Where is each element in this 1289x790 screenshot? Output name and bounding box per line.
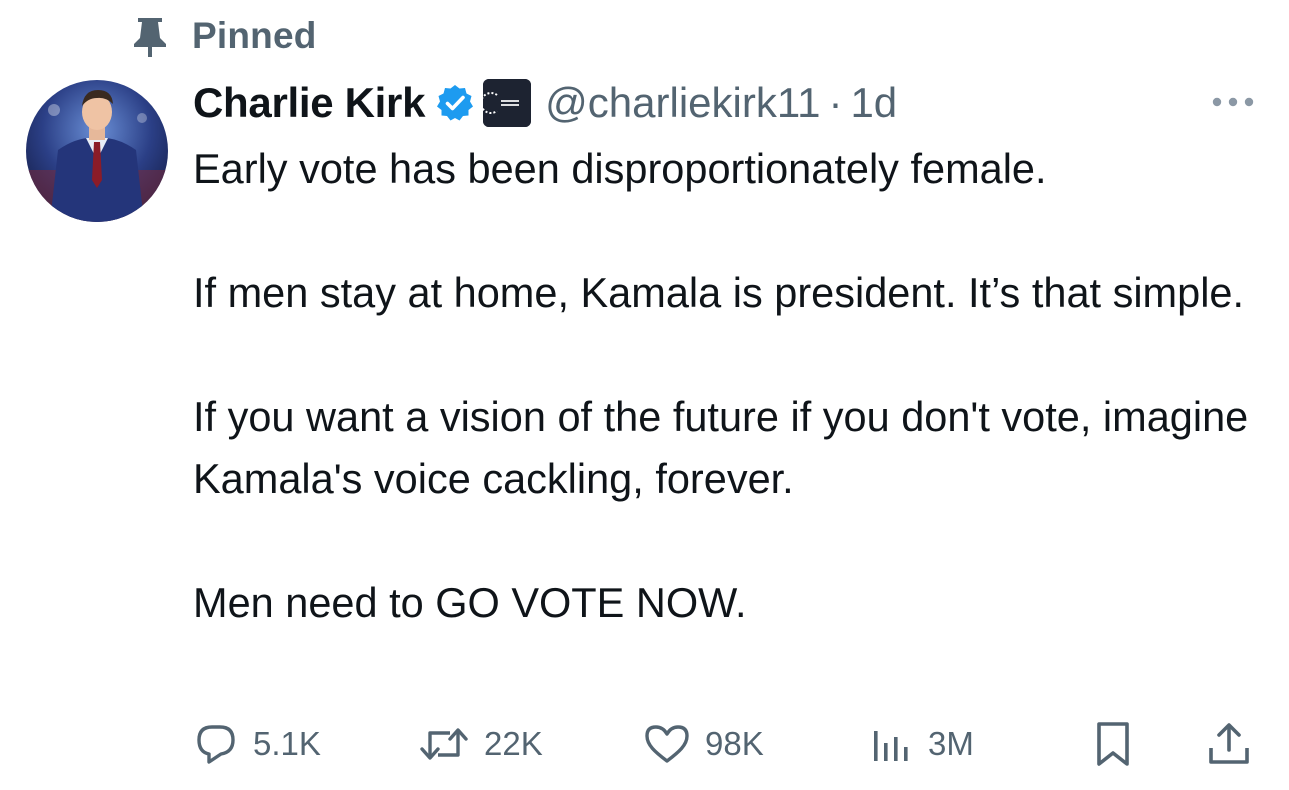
tweet-paragraph: Early vote has been disproportionately f… <box>193 145 1047 192</box>
like-count: 98K <box>705 725 764 762</box>
display-name[interactable]: Charlie Kirk <box>193 79 425 127</box>
share-icon <box>1207 720 1251 768</box>
bookmark-icon <box>1093 720 1133 768</box>
reply-button[interactable]: 5.1K <box>193 714 321 774</box>
share-button[interactable] <box>1207 714 1251 774</box>
author-handle[interactable]: @charliekirk11 <box>545 79 820 127</box>
repost-icon <box>418 721 470 767</box>
tweet-header: Charlie Kirk @charliekirk11 · 1d <box>193 74 897 132</box>
tweet-text: Early vote has been disproportionately f… <box>193 138 1268 634</box>
tweet-paragraph: Men need to GO VOTE NOW. <box>193 579 747 626</box>
like-button[interactable]: 98K <box>643 714 764 774</box>
bookmark-button[interactable] <box>1093 714 1133 774</box>
analytics-icon <box>870 721 914 767</box>
post-time[interactable]: 1d <box>850 79 897 127</box>
reply-icon <box>193 721 239 767</box>
pinned-indicator: Pinned <box>132 14 317 58</box>
reply-count: 5.1K <box>253 725 321 762</box>
repost-button[interactable]: 22K <box>418 714 543 774</box>
views-button[interactable]: 3M <box>870 714 974 774</box>
affiliate-logo-icon[interactable] <box>483 79 532 127</box>
views-count: 3M <box>928 725 974 762</box>
pinned-label: Pinned <box>192 15 317 56</box>
tweet-paragraph: If you want a vision of the future if yo… <box>193 393 1249 502</box>
verified-badge-icon[interactable] <box>435 83 475 123</box>
repost-count: 22K <box>484 725 543 762</box>
tweet-paragraph: If men stay at home, Kamala is president… <box>193 269 1245 316</box>
avatar[interactable] <box>26 80 168 222</box>
tweet-card[interactable]: Pinned Charlie Kirk @charliekirk11 · 1d … <box>0 0 1289 790</box>
pin-icon <box>132 14 168 58</box>
heart-icon <box>643 721 691 767</box>
separator-dot: · <box>828 79 843 126</box>
more-options-icon[interactable] <box>1208 88 1258 116</box>
action-bar: 5.1K 22K 98K 3M <box>193 714 1263 774</box>
